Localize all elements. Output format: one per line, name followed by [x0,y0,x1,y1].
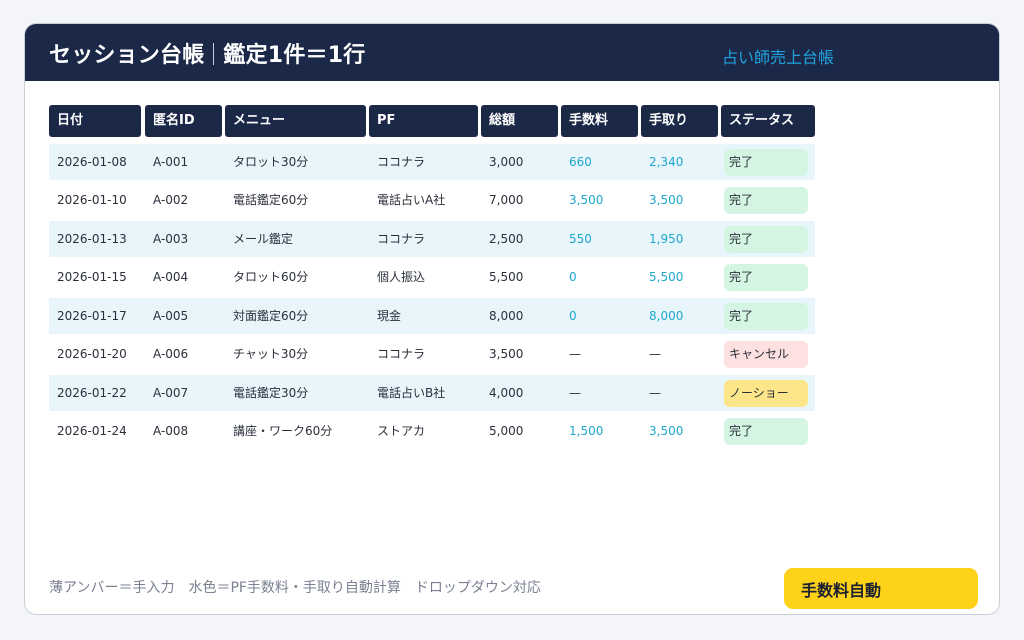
column-header-pf[interactable]: PF [369,105,478,137]
cell-fee: 660 [569,155,592,169]
cell-id[interactable]: A-006 [145,336,188,372]
cell-fee: — [569,386,581,400]
cell-date[interactable]: 2026-01-08 [49,144,127,180]
cell-date[interactable]: 2026-01-17 [49,298,127,334]
cell-date[interactable]: 2026-01-20 [49,336,127,372]
header-bar: セッション台帳 鑑定1件＝1行 占い師売上台帳 [25,24,999,81]
status-badge[interactable]: 完了 [724,149,808,176]
cell-pf[interactable]: ストアカ [369,413,425,449]
cell-fee: — [569,347,581,361]
cell-menu[interactable]: タロット60分 [225,259,308,295]
legend-note: 薄アンバー＝手入力 水色＝PF手数料・手取り自動計算 ドロップダウン対応 [49,580,541,596]
cell-pf[interactable]: ココナラ [369,144,425,180]
cell-total[interactable]: 3,500 [481,336,523,372]
cell-pf[interactable]: 電話占いB社 [369,375,445,411]
cell-total[interactable]: 5,000 [481,413,523,449]
cell-net: 3,500 [649,424,684,438]
cell-menu[interactable]: 電話鑑定30分 [225,375,308,411]
cell-id[interactable]: A-003 [145,221,188,257]
cell-pf[interactable]: ココナラ [369,221,425,257]
cell-menu[interactable]: 電話鑑定60分 [225,182,308,218]
status-badge[interactable]: 完了 [724,418,808,445]
cell-date[interactable]: 2026-01-22 [49,375,127,411]
cell-menu[interactable]: メール鑑定 [225,221,293,257]
status-badge[interactable]: キャンセル [724,341,808,368]
cell-menu[interactable]: 対面鑑定60分 [225,298,308,334]
cell-pf[interactable]: 電話占いA社 [369,182,445,218]
table-row: 2026-01-08 A-001 タロット30分 ココナラ 3,000 660 … [49,144,815,180]
cell-total[interactable]: 4,000 [481,375,523,411]
table-row: 2026-01-24 A-008 講座・ワーク60分 ストアカ 5,000 1,… [49,413,815,449]
table-row: 2026-01-13 A-003 メール鑑定 ココナラ 2,500 550 1,… [49,221,815,257]
status-badge[interactable]: 完了 [724,303,808,330]
status-badge[interactable]: 完了 [724,264,808,291]
column-header-date[interactable]: 日付 [49,105,141,137]
page-title: セッション台帳 鑑定1件＝1行 [49,37,365,69]
cell-id[interactable]: A-001 [145,144,188,180]
cell-net: 5,500 [649,270,684,284]
cell-total[interactable]: 2,500 [481,221,523,257]
cell-fee: 550 [569,232,592,246]
table-header: 日付 匿名ID メニュー PF 総額 手数料 手取り ステータス [49,105,815,137]
status-badge[interactable]: 完了 [724,187,808,214]
cell-pf[interactable]: 現金 [369,298,401,334]
auto-fee-button[interactable]: 手数料自動 [784,568,978,609]
sales-ledger-link[interactable]: 占い師売上台帳 [722,44,834,68]
cell-date[interactable]: 2026-01-13 [49,221,127,257]
cell-net: 3,500 [649,193,684,207]
cell-fee: 3,500 [569,193,604,207]
table-row: 2026-01-17 A-005 対面鑑定60分 現金 8,000 0 8,00… [49,298,815,334]
cell-menu[interactable]: タロット30分 [225,144,308,180]
cell-id[interactable]: A-005 [145,298,188,334]
cell-fee: 1,500 [569,424,604,438]
cell-id[interactable]: A-004 [145,259,188,295]
column-header-status[interactable]: ステータス [721,105,815,137]
ledger-card: セッション台帳 鑑定1件＝1行 占い師売上台帳 日付 匿名ID メニュー PF 総… [24,23,1000,615]
cell-total[interactable]: 7,000 [481,182,523,218]
cell-fee: 0 [569,270,577,284]
cell-total[interactable]: 5,500 [481,259,523,295]
cell-net: — [649,386,661,400]
table-row: 2026-01-10 A-002 電話鑑定60分 電話占いA社 7,000 3,… [49,182,815,218]
column-header-total[interactable]: 総額 [481,105,558,137]
cell-total[interactable]: 8,000 [481,298,523,334]
title-divider [213,43,215,65]
cell-total[interactable]: 3,000 [481,144,523,180]
column-header-net[interactable]: 手取り [641,105,718,137]
page-title-main: セッション台帳 [49,43,205,68]
cell-net: — [649,347,661,361]
status-badge[interactable]: 完了 [724,226,808,253]
cell-date[interactable]: 2026-01-15 [49,259,127,295]
cell-menu[interactable]: チャット30分 [225,336,308,372]
cell-date[interactable]: 2026-01-10 [49,182,127,218]
status-badge[interactable]: ノーショー [724,380,808,407]
cell-pf[interactable]: ココナラ [369,336,425,372]
cell-pf[interactable]: 個人振込 [369,259,425,295]
cell-id[interactable]: A-008 [145,413,188,449]
table-row: 2026-01-20 A-006 チャット30分 ココナラ 3,500 — — … [49,336,815,372]
cell-fee: 0 [569,309,577,323]
cell-net: 1,950 [649,232,684,246]
cell-net: 8,000 [649,309,684,323]
column-header-menu[interactable]: メニュー [225,105,366,137]
table-row: 2026-01-22 A-007 電話鑑定30分 電話占いB社 4,000 — … [49,375,815,411]
cell-date[interactable]: 2026-01-24 [49,413,127,449]
page-title-sub: 鑑定1件＝1行 [223,43,366,68]
column-header-fee[interactable]: 手数料 [561,105,638,137]
column-header-id[interactable]: 匿名ID [145,105,222,137]
cell-net: 2,340 [649,155,684,169]
table-row: 2026-01-15 A-004 タロット60分 個人振込 5,500 0 5,… [49,259,815,295]
cell-id[interactable]: A-007 [145,375,188,411]
cell-id[interactable]: A-002 [145,182,188,218]
cell-menu[interactable]: 講座・ワーク60分 [225,413,332,449]
